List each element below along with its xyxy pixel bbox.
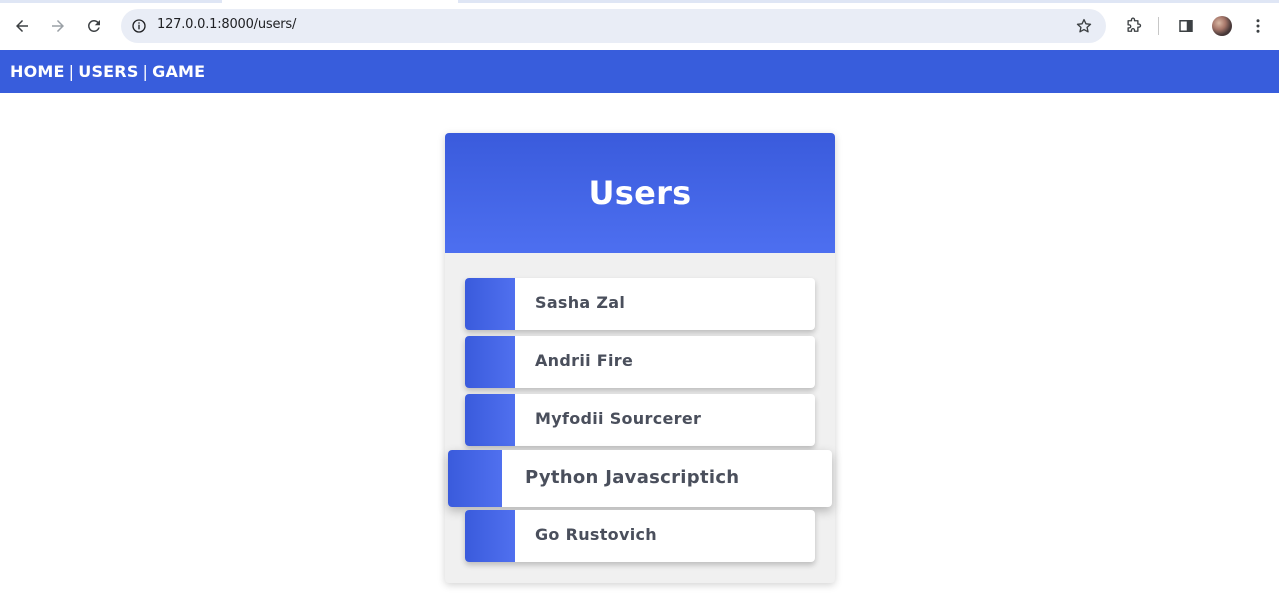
kebab-menu-icon [1256, 19, 1260, 33]
user-color-swatch [465, 336, 515, 388]
users-card-header: Users [445, 133, 835, 253]
page-title: Users [588, 174, 692, 212]
user-color-swatch [465, 278, 515, 330]
site-info-icon[interactable] [127, 14, 151, 38]
nav-separator: | [142, 62, 149, 81]
star-icon [1076, 18, 1092, 33]
site-navbar: HOME | USERS | GAME [0, 50, 1279, 93]
user-list-item[interactable]: Sasha Zal [465, 278, 815, 330]
nav-link-game[interactable]: GAME [152, 62, 205, 81]
info-circle-icon [132, 19, 146, 33]
user-list-item-hovered[interactable]: Python Javascriptich [448, 450, 832, 507]
forward-button[interactable] [42, 10, 74, 42]
user-name: Sasha Zal [535, 293, 626, 312]
back-button[interactable] [6, 10, 38, 42]
arrow-left-icon [16, 20, 28, 32]
profile-avatar[interactable] [1212, 16, 1232, 36]
nav-link-home[interactable]: HOME [10, 62, 65, 81]
site-nav-links: HOME | USERS | GAME [10, 62, 205, 81]
active-tab-edge [222, 0, 458, 3]
user-name: Go Rustovich [535, 525, 657, 544]
url-text[interactable]: 127.0.0.1:8000/users/ [157, 17, 296, 32]
arrow-right-icon [52, 20, 64, 32]
user-list-item[interactable]: Myfodii Sourcerer [465, 394, 815, 446]
toolbar-divider [1158, 17, 1159, 35]
user-name: Python Javascriptich [525, 467, 740, 488]
address-bar[interactable]: 127.0.0.1:8000/users/ [121, 9, 1106, 43]
user-name: Andrii Fire [535, 351, 634, 370]
nav-link-users[interactable]: USERS [78, 62, 138, 81]
reload-icon [88, 20, 100, 32]
users-card: Users Sasha Zal Andrii Fire Myfodii Sour… [445, 133, 835, 583]
user-list-item[interactable]: Andrii Fire [465, 336, 815, 388]
extensions-button[interactable] [1117, 10, 1149, 42]
nav-separator: | [68, 62, 75, 81]
tab-strip [0, 0, 1279, 3]
browser-menu-button[interactable] [1242, 10, 1274, 42]
puzzle-icon [1127, 17, 1142, 32]
bookmark-star-icon[interactable] [1072, 14, 1096, 38]
side-panel-icon [1179, 20, 1193, 32]
reload-button[interactable] [78, 10, 110, 42]
user-color-swatch [465, 510, 515, 562]
user-name: Myfodii Sourcerer [535, 409, 702, 428]
side-panel-button[interactable] [1170, 10, 1202, 42]
browser-toolbar: 127.0.0.1:8000/users/ [0, 0, 1279, 50]
user-color-swatch [448, 450, 502, 507]
user-color-swatch [465, 394, 515, 446]
user-list-item[interactable]: Go Rustovich [465, 510, 815, 562]
